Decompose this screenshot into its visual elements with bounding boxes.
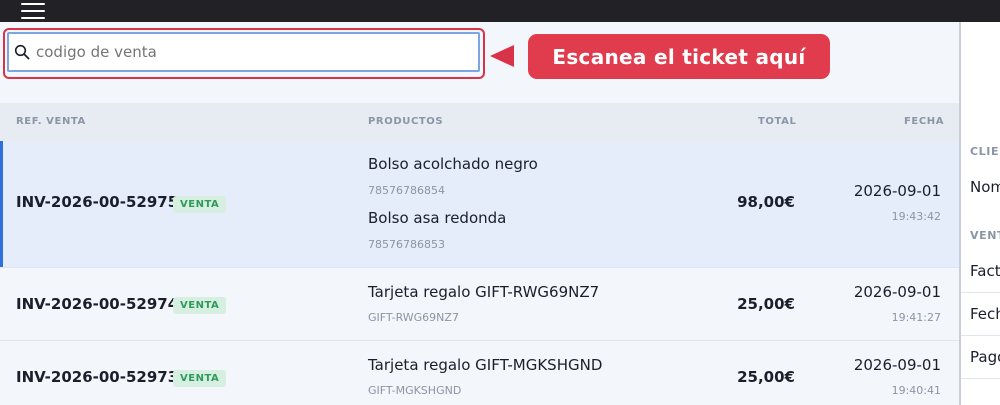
product-name: Bolso acolchado negro — [368, 155, 538, 173]
table-row[interactable]: INV-2026-00-52973 VENTA Tarjeta regalo G… — [0, 341, 959, 405]
product-name: Tarjeta regalo GIFT-MGKSHGND — [368, 356, 603, 374]
sale-detail-panel: CLIE Nom VENT Fact Fech Pago — [959, 22, 1000, 405]
sale-total: 25,00€ — [737, 295, 795, 313]
detail-payment-label: Pago — [970, 348, 1000, 366]
search-input[interactable] — [36, 43, 456, 61]
product-name: Tarjeta regalo GIFT-RWG69NZ7 — [368, 283, 600, 301]
product-sku: GIFT-MGKSHGND — [368, 384, 462, 397]
sale-ref: INV-2026-00-52975 — [16, 193, 179, 211]
column-header-date: FECHA — [904, 116, 945, 127]
sales-list-panel: Escanea el ticket aquí REF. VENTA PRODUC… — [0, 22, 959, 405]
search-field[interactable] — [7, 32, 480, 72]
sale-date: 2026-09-01 — [853, 283, 941, 301]
sale-time: 19:41:27 — [891, 311, 941, 324]
sale-ref: INV-2026-00-52974 — [16, 295, 179, 313]
sale-date: 2026-09-01 — [853, 182, 941, 200]
table-header: REF. VENTA PRODUCTOS TOTAL FECHA — [0, 103, 959, 141]
client-section-title: CLIE — [970, 145, 1000, 158]
detail-invoice-label: Fact — [970, 262, 1000, 280]
sale-total: 25,00€ — [737, 368, 795, 386]
product-name: Bolso asa redonda — [368, 209, 507, 227]
hamburger-menu-icon[interactable] — [21, 0, 45, 19]
divider — [961, 335, 1000, 336]
client-name-label: Nom — [970, 178, 1000, 196]
table-row[interactable]: INV-2026-00-52974 VENTA Tarjeta regalo G… — [0, 268, 959, 341]
divider — [961, 378, 1000, 379]
sale-section-title: VENT — [970, 229, 1000, 242]
sale-date: 2026-09-01 — [853, 356, 941, 374]
status-badge: VENTA — [173, 297, 227, 314]
sale-total: 98,00€ — [737, 193, 795, 211]
product-sku: GIFT-RWG69NZ7 — [368, 311, 459, 324]
column-header-ref: REF. VENTA — [16, 116, 86, 127]
product-sku: 78576786853 — [368, 238, 445, 251]
table-row[interactable]: INV-2026-00-52975 VENTA Bolso acolchado … — [0, 141, 959, 268]
detail-date-label: Fech — [970, 305, 1000, 323]
status-badge: VENTA — [173, 370, 227, 387]
sale-ref: INV-2026-00-52973 — [16, 368, 179, 386]
divider — [961, 292, 1000, 293]
status-badge: VENTA — [173, 196, 227, 213]
top-bar — [0, 0, 1000, 22]
product-sku: 78576786854 — [368, 184, 445, 197]
column-header-products: PRODUCTOS — [368, 116, 444, 127]
arrow-left-icon — [490, 45, 514, 67]
scan-ticket-callout: Escanea el ticket aquí — [528, 34, 830, 79]
column-header-total: TOTAL — [758, 116, 797, 127]
sale-time: 19:43:42 — [891, 210, 941, 223]
search-icon — [14, 44, 30, 60]
sale-time: 19:40:41 — [891, 384, 941, 397]
